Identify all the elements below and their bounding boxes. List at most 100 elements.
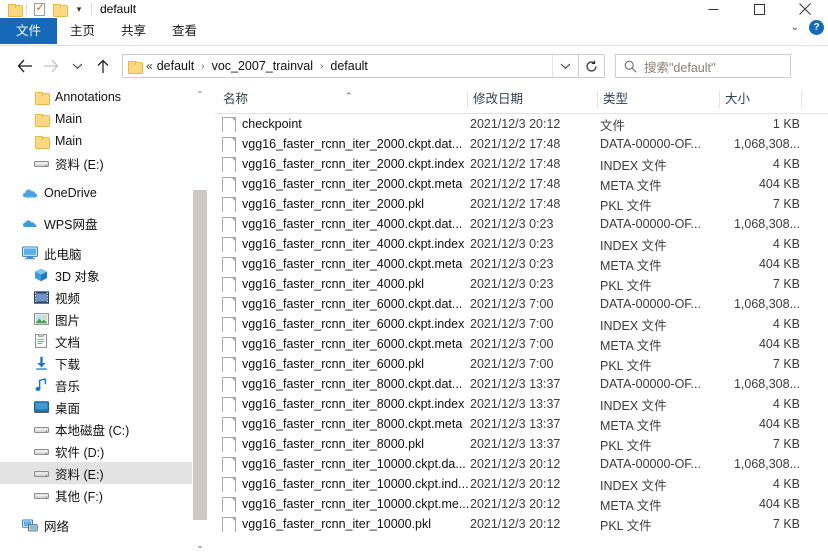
file-name-cell: vgg16_faster_rcnn_iter_6000.pkl	[222, 356, 472, 372]
sidebar-item-12[interactable]: 音乐	[0, 374, 192, 396]
file-date-cell: 2021/12/3 7:00	[470, 357, 554, 371]
file-name-label: vgg16_faster_rcnn_iter_4000.pkl	[242, 277, 425, 291]
table-row[interactable]: vgg16_faster_rcnn_iter_4000.ckpt.meta 202…	[215, 254, 828, 274]
tab-view[interactable]: 查看	[159, 18, 210, 44]
address-dropdown-button[interactable]	[552, 55, 578, 77]
close-button[interactable]	[782, 0, 828, 18]
file-size-cell: 404 KB	[758, 177, 800, 191]
sidebar-item-9[interactable]: 图片	[0, 308, 192, 330]
quick-access-folder-button[interactable]	[4, 0, 24, 18]
recent-locations-button[interactable]	[64, 53, 90, 79]
file-name-cell: vgg16_faster_rcnn_iter_8000.ckpt.meta	[222, 416, 472, 432]
search-input[interactable]: 搜索"default"	[644, 57, 715, 76]
table-row[interactable]: vgg16_faster_rcnn_iter_10000.pkl 2021/12/…	[215, 514, 828, 534]
scroll-up-button[interactable]: ⌃	[192, 86, 208, 102]
sidebar-item-6[interactable]: 此电脑	[0, 242, 192, 264]
address-bar[interactable]: « default › voc_2007_trainval › default	[122, 54, 579, 78]
column-header-size[interactable]: 大小	[725, 86, 750, 113]
file-name-label: vgg16_faster_rcnn_iter_10000.pkl	[242, 517, 432, 531]
table-row[interactable]: vgg16_faster_rcnn_iter_8000.pkl 2021/12/3…	[215, 434, 828, 454]
sidebar-item-label: Annotations	[55, 90, 122, 104]
column-header-date[interactable]: 修改日期	[473, 86, 523, 113]
table-row[interactable]: vgg16_faster_rcnn_iter_4000.pkl 2021/12/3…	[215, 274, 828, 294]
file-date-cell: 2021/12/3 13:37	[470, 417, 561, 431]
file-size-cell: 4 KB	[772, 477, 800, 491]
table-row[interactable]: vgg16_faster_rcnn_iter_10000.ckpt.me... 2…	[215, 494, 828, 514]
breadcrumb-item-1[interactable]: voc_2007_trainval	[210, 59, 315, 73]
sidebar-item-7[interactable]: 3D 对象	[0, 264, 192, 286]
breadcrumb-separator[interactable]: ›	[315, 61, 328, 72]
table-row[interactable]: vgg16_faster_rcnn_iter_8000.ckpt.dat... 2…	[215, 374, 828, 394]
sidebar-item-2[interactable]: Main	[0, 130, 192, 152]
tab-file[interactable]: 文件	[0, 18, 58, 44]
sidebar-item-13[interactable]: 桌面	[0, 396, 192, 418]
table-row[interactable]: checkpoint 2021/12/3 20:12 文件 1 KB	[215, 114, 828, 134]
table-row[interactable]: vgg16_faster_rcnn_iter_6000.ckpt.dat... 2…	[215, 294, 828, 314]
breadcrumb-item-0[interactable]: default	[155, 59, 197, 73]
quick-access-properties-button[interactable]	[29, 0, 49, 18]
column-resizer[interactable]	[467, 91, 468, 108]
sidebar-item-14[interactable]: 本地磁盘 (C:)	[0, 418, 192, 440]
table-row[interactable]: vgg16_faster_rcnn_iter_10000.ckpt.ind...…	[215, 474, 828, 494]
table-row[interactable]: vgg16_faster_rcnn_iter_6000.pkl 2021/12/3…	[215, 354, 828, 374]
scroll-down-button[interactable]: ⌄	[192, 537, 208, 553]
table-row[interactable]: vgg16_faster_rcnn_iter_8000.ckpt.meta 202…	[215, 414, 828, 434]
file-name-cell: vgg16_faster_rcnn_iter_6000.ckpt.index	[222, 316, 472, 332]
file-size-cell: 4 KB	[772, 317, 800, 331]
sidebar-item-16[interactable]: 资料 (E:)	[0, 462, 192, 484]
maximize-button[interactable]	[736, 0, 782, 18]
navigation-pane-scrollbar[interactable]: ⌃ ⌄	[192, 86, 208, 553]
sidebar-item-3[interactable]: 资料 (E:)	[0, 152, 192, 174]
table-row[interactable]: vgg16_faster_rcnn_iter_6000.ckpt.meta 202…	[215, 334, 828, 354]
column-header-name[interactable]: 名称 ⌃	[223, 86, 353, 113]
file-name-label: vgg16_faster_rcnn_iter_2000.ckpt.dat...	[242, 137, 463, 151]
column-resizer[interactable]	[597, 91, 598, 108]
table-row[interactable]: vgg16_faster_rcnn_iter_4000.ckpt.index 20…	[215, 234, 828, 254]
sidebar-item-8[interactable]: 视频	[0, 286, 192, 308]
table-row[interactable]: vgg16_faster_rcnn_iter_10000.ckpt.da... 2…	[215, 454, 828, 474]
file-size-cell: 7 KB	[772, 437, 800, 451]
breadcrumb-separator[interactable]: ›	[196, 61, 209, 72]
table-row[interactable]: vgg16_faster_rcnn_iter_4000.ckpt.dat... 2…	[215, 214, 828, 234]
table-row[interactable]: vgg16_faster_rcnn_iter_8000.ckpt.index 20…	[215, 394, 828, 414]
table-row[interactable]: vgg16_faster_rcnn_iter_2000.pkl 2021/12/2…	[215, 194, 828, 214]
file-type-cell: PKL 文件	[600, 278, 652, 293]
table-row[interactable]: vgg16_faster_rcnn_iter_2000.ckpt.meta 202…	[215, 174, 828, 194]
file-type-cell: PKL 文件	[600, 198, 652, 213]
minimize-button[interactable]	[690, 0, 736, 18]
sidebar-item-11[interactable]: 下载	[0, 352, 192, 374]
sidebar-item-0[interactable]: Annotations	[0, 86, 192, 108]
breadcrumb-overflow[interactable]: «	[146, 59, 155, 73]
search-box[interactable]: 搜索"default"	[615, 54, 791, 78]
sidebar-item-15[interactable]: 软件 (D:)	[0, 440, 192, 462]
column-resizer[interactable]	[801, 91, 802, 108]
table-row[interactable]: vgg16_faster_rcnn_iter_2000.ckpt.dat... 2…	[215, 134, 828, 154]
tab-home[interactable]: 主页	[57, 18, 108, 44]
sidebar-item-10[interactable]: 文档	[0, 330, 192, 352]
table-row[interactable]: vgg16_faster_rcnn_iter_6000.ckpt.index 20…	[215, 314, 828, 334]
sidebar-item-18[interactable]: 网络	[0, 514, 192, 536]
column-header-type[interactable]: 类型	[603, 86, 628, 113]
file-date-cell: 2021/12/3 7:00	[470, 337, 554, 351]
column-resizer[interactable]	[719, 91, 720, 108]
sidebar-item-17[interactable]: 其他 (F:)	[0, 484, 192, 506]
sidebar-item-1[interactable]: Main	[0, 108, 192, 130]
quick-access-new-folder-button[interactable]	[49, 0, 69, 18]
file-name-cell: vgg16_faster_rcnn_iter_10000.pkl	[222, 516, 472, 532]
collapse-ribbon-button[interactable]: ⌄	[787, 22, 803, 33]
tab-share[interactable]: 共享	[108, 18, 159, 44]
file-name-label: vgg16_faster_rcnn_iter_2000.ckpt.index	[242, 157, 465, 171]
sidebar-item-5[interactable]: WPS网盘	[0, 212, 192, 234]
back-button[interactable]	[12, 53, 38, 79]
refresh-button[interactable]	[579, 54, 605, 78]
help-button[interactable]: ?	[809, 20, 824, 35]
breadcrumb-item-2[interactable]: default	[328, 59, 370, 73]
scrollbar-thumb[interactable]	[193, 190, 207, 520]
file-size-cell: 404 KB	[758, 497, 800, 511]
sidebar-item-4[interactable]: OneDrive	[0, 182, 192, 204]
up-button[interactable]	[90, 53, 116, 79]
music-icon	[33, 377, 49, 393]
forward-button[interactable]	[38, 53, 64, 79]
table-row[interactable]: vgg16_faster_rcnn_iter_2000.ckpt.index 20…	[215, 154, 828, 174]
quick-access-customize-button[interactable]: ▾	[69, 0, 89, 18]
